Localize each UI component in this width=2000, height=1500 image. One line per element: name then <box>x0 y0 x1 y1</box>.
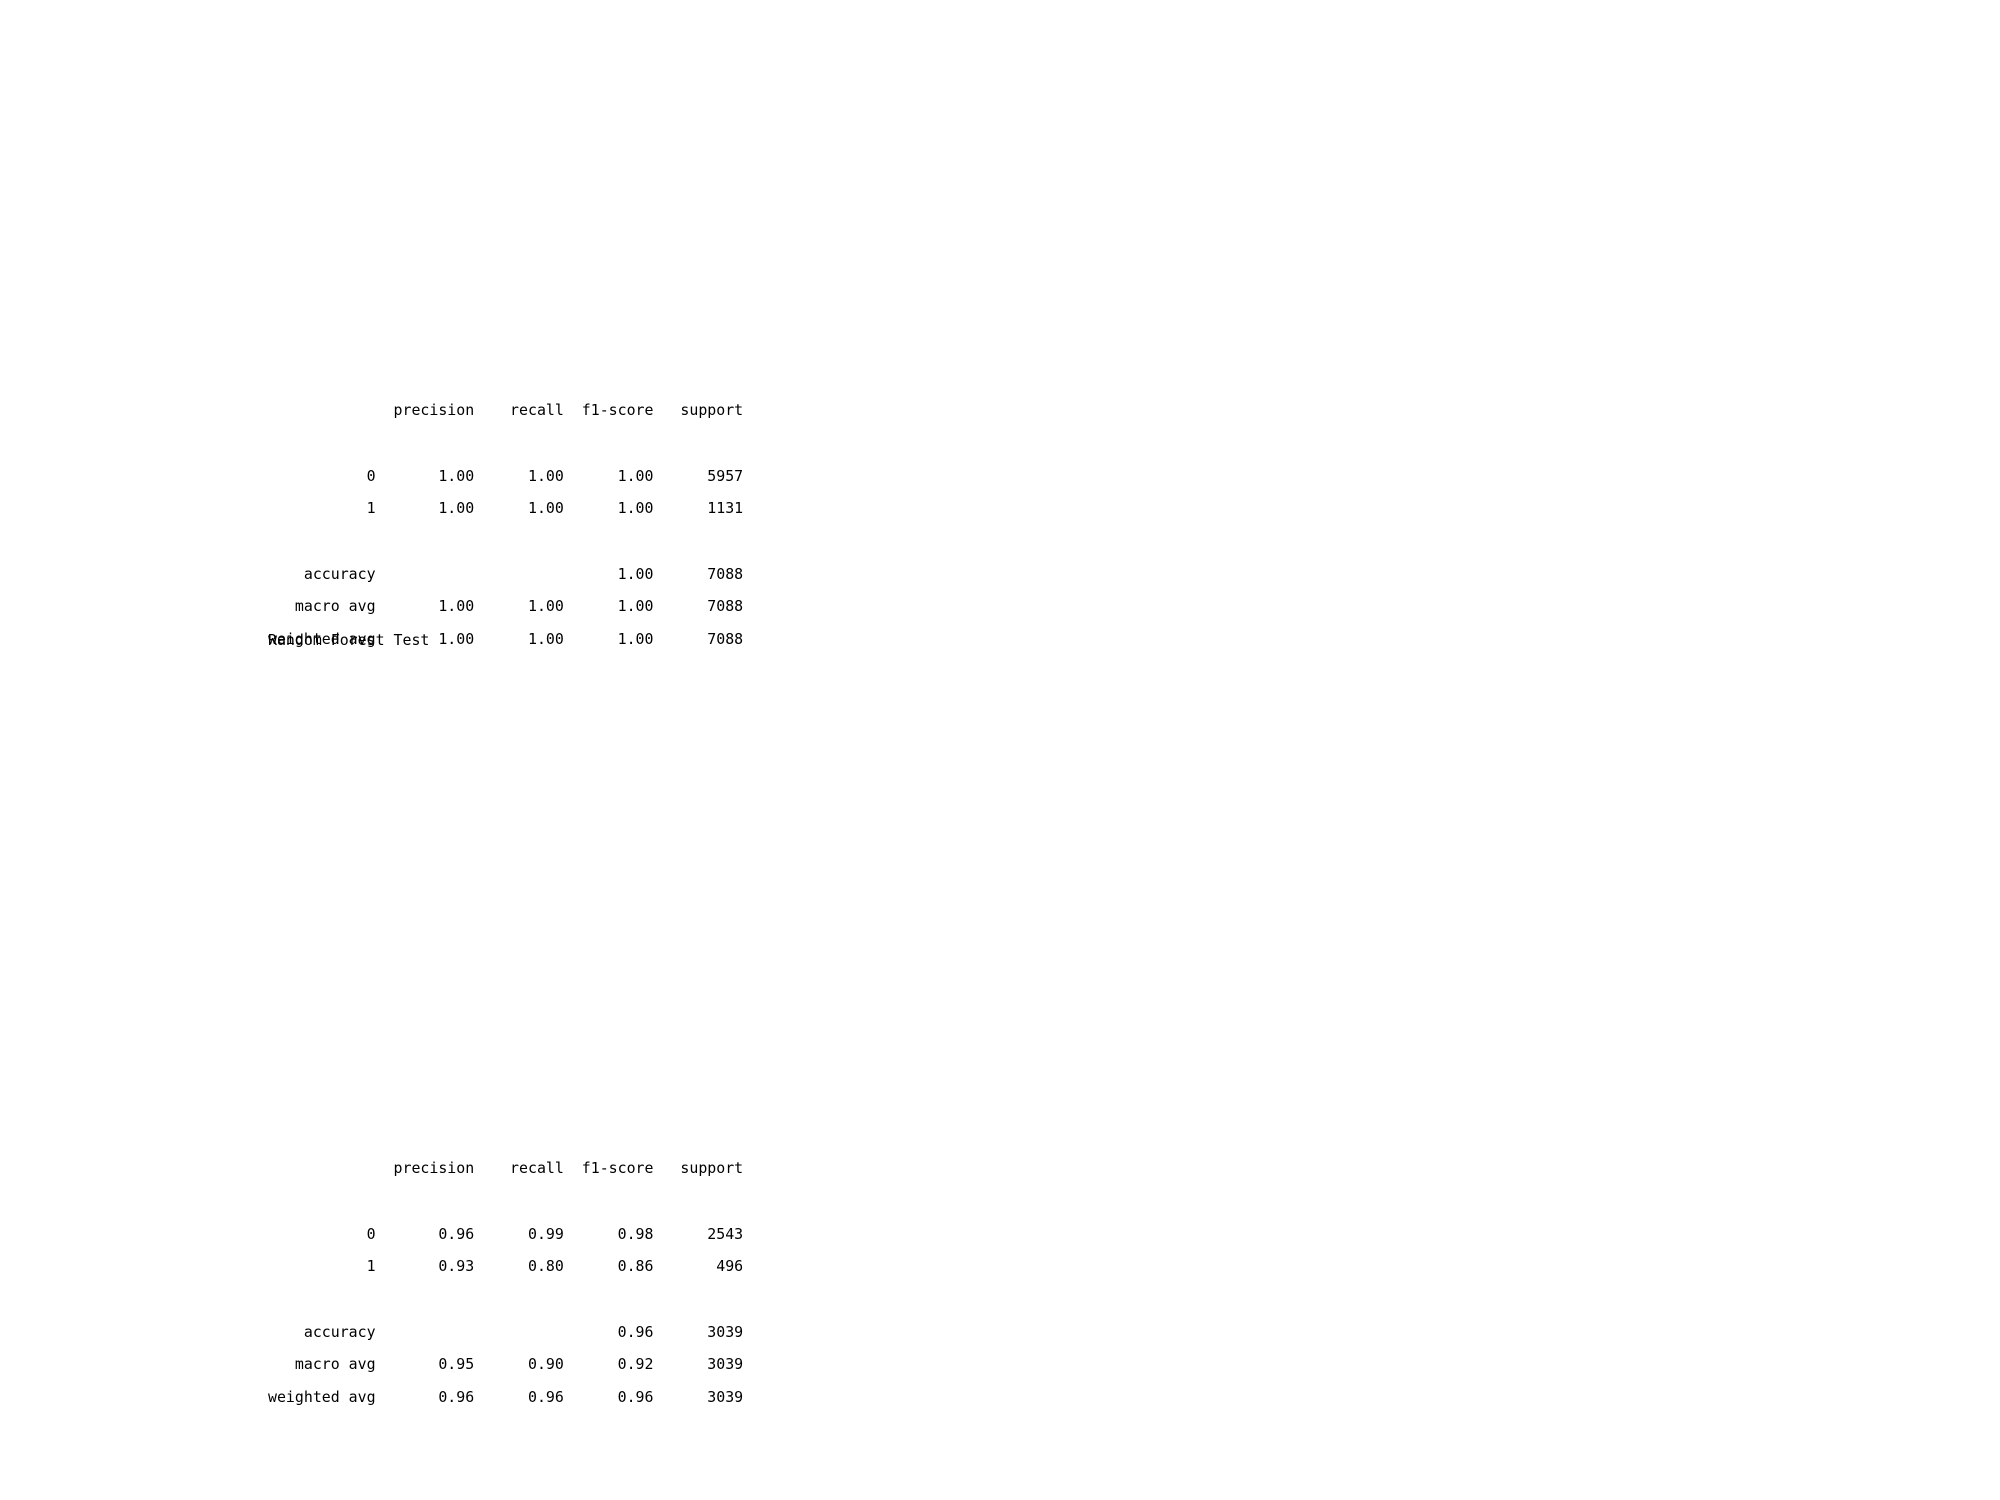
section-title: Random Forest Test <box>268 631 430 649</box>
report-class-row: 1 0.93 0.80 0.86 496 <box>268 1257 744 1276</box>
report-class-row: 1 1.00 1.00 1.00 1131 <box>268 499 744 518</box>
train-classification-report: precision recall f1-score support 0 1.00… <box>268 386 743 664</box>
report-weighted-avg-row: weighted avg 0.96 0.96 0.96 3039 <box>268 1387 744 1406</box>
test-classification-report: precision recall f1-score support 0 0.96… <box>268 1144 743 1422</box>
report-header-row: precision recall f1-score support <box>268 1159 744 1178</box>
report-class-row: 0 0.96 0.99 0.98 2543 <box>268 1224 744 1243</box>
report-header-row: precision recall f1-score support <box>268 401 744 420</box>
report-blank-row <box>268 435 743 451</box>
report-accuracy-row: accuracy 1.00 7088 <box>268 564 744 583</box>
report-class-row: 0 1.00 1.00 1.00 5957 <box>268 466 744 485</box>
report-macro-avg-row: macro avg 1.00 1.00 1.00 7088 <box>268 597 744 616</box>
report-accuracy-row: accuracy 0.96 3039 <box>268 1322 744 1341</box>
report-blank-row <box>268 1193 743 1209</box>
report-blank-row <box>268 533 743 549</box>
report-macro-avg-row: macro avg 0.95 0.90 0.92 3039 <box>268 1355 744 1374</box>
report-blank-row <box>268 1291 743 1307</box>
